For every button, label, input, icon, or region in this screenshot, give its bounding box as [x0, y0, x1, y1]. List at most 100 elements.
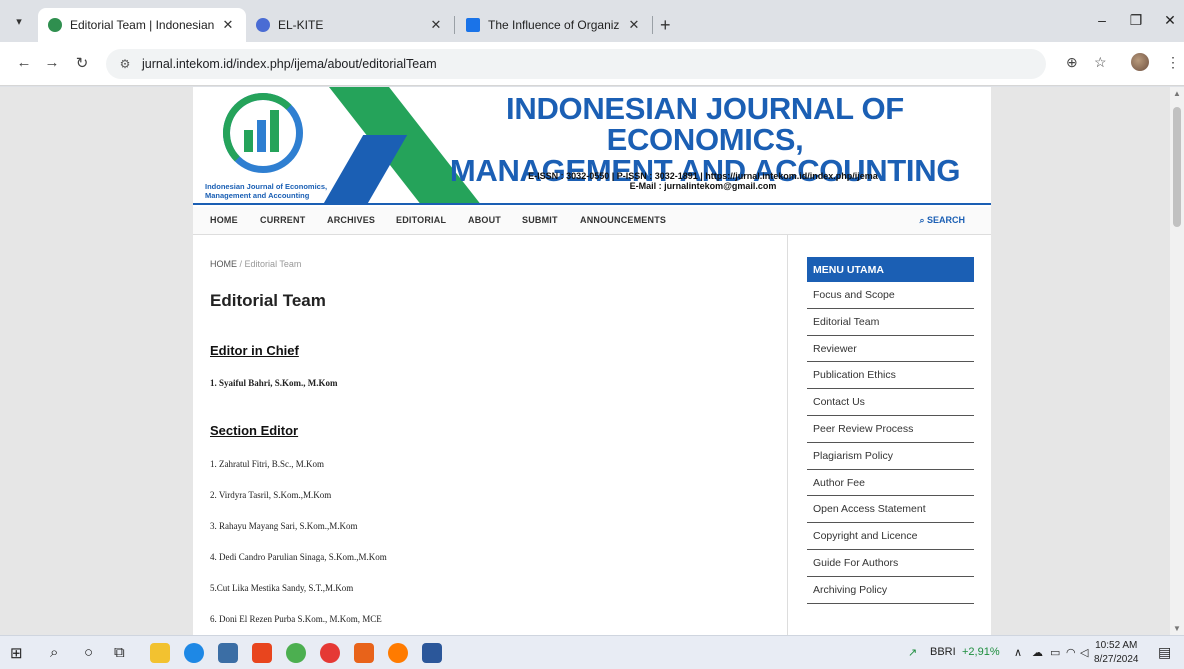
breadcrumb-home[interactable]: HOME — [210, 259, 237, 269]
back-icon[interactable]: ← — [14, 54, 34, 71]
stock-symbol[interactable]: BBRI — [930, 646, 956, 658]
address-bar[interactable]: ⚙ jurnal.intekom.id/index.php/ijema/abou… — [106, 49, 1046, 79]
edge-icon[interactable] — [184, 643, 204, 663]
volume-icon[interactable]: ◁ — [1080, 646, 1088, 659]
scrollbar-thumb[interactable] — [1173, 107, 1181, 227]
editor-in-chief-heading: Editor in Chief — [210, 343, 299, 358]
sidebar-item-editorial-team[interactable]: Editorial Team — [807, 309, 974, 336]
cortana-icon[interactable]: ○ — [84, 644, 93, 661]
sidebar-item-contact-us[interactable]: Contact Us — [807, 389, 974, 416]
chrome-icon[interactable] — [286, 643, 306, 663]
close-tab-icon[interactable]: ✕ — [626, 17, 642, 33]
nav-submit[interactable]: SUBMIT — [522, 215, 558, 225]
nav-about[interactable]: ABOUT — [468, 215, 501, 225]
search-icon[interactable]: ⌕ — [50, 644, 58, 661]
chevron-up-icon[interactable]: ∧ — [1014, 646, 1022, 659]
tab-influence-organizational[interactable]: The Influence of Organizational ✕ — [456, 8, 652, 42]
tab-title: EL-KITE — [278, 18, 324, 32]
section-editor-item: 4. Dedi Candro Parulian Sinaga, S.Kom.,M… — [210, 552, 387, 562]
close-tab-icon[interactable]: ✕ — [220, 17, 236, 33]
journal-header-banner: Indonesian Journal of Economics, Managem… — [193, 87, 991, 205]
tab-el-kite[interactable]: EL-KITE ✕ — [246, 8, 454, 42]
scroll-down-icon[interactable]: ▼ — [1173, 624, 1181, 633]
editor-in-chief-name: 1. Syaiful Bahri, S.Kom., M.Kom — [210, 378, 338, 388]
journal-logo-icon[interactable] — [223, 93, 303, 173]
primary-nav: HOME CURRENT ARCHIVES EDITORIAL ABOUT SU… — [193, 207, 991, 235]
nav-home[interactable]: HOME — [210, 215, 238, 225]
sidebar-item-peer-review[interactable]: Peer Review Process — [807, 416, 974, 443]
reload-icon[interactable]: ↻ — [72, 54, 92, 72]
nav-editorial[interactable]: EDITORIAL — [396, 215, 446, 225]
sidebar-item-publication-ethics[interactable]: Publication Ethics — [807, 362, 974, 390]
nav-announcements[interactable]: ANNOUNCEMENTS — [580, 215, 666, 225]
banner-divider — [193, 203, 991, 205]
close-tab-icon[interactable]: ✕ — [428, 17, 444, 33]
tab-separator — [652, 16, 653, 34]
cloud-icon[interactable]: ☁ — [1032, 646, 1043, 659]
page-title: Editorial Team — [210, 291, 326, 310]
profile-avatar[interactable] — [1131, 53, 1149, 71]
tab-strip: ▾ Editorial Team | Indonesian Jour ✕ EL-… — [0, 0, 1184, 42]
sidebar-item-archiving-policy[interactable]: Archiving Policy — [807, 577, 974, 604]
browser-menu-icon[interactable]: ⋮ — [1166, 54, 1180, 71]
logo-caption: Indonesian Journal of Economics, Managem… — [205, 182, 328, 200]
file-explorer-icon[interactable] — [150, 643, 170, 663]
scroll-up-icon[interactable]: ▲ — [1173, 89, 1181, 98]
nav-current[interactable]: CURRENT — [260, 215, 305, 225]
sidebar-heading: MENU UTAMA — [807, 257, 974, 282]
tab-editorial-team[interactable]: Editorial Team | Indonesian Jour ✕ — [38, 8, 246, 42]
sidebar-item-author-fee[interactable]: Author Fee — [807, 470, 974, 497]
battery-icon[interactable]: ▭ — [1050, 646, 1060, 659]
journal-issn-info: E-ISSN : 3032-0550 | P-ISSN : 3032-1891 … — [528, 171, 878, 191]
sidebar-item-plagiarism-policy[interactable]: Plagiarism Policy — [807, 443, 974, 470]
wps-icon[interactable] — [320, 643, 340, 663]
site-info-icon[interactable]: ⚙ — [114, 57, 136, 71]
sidebar-item-guide-authors[interactable]: Guide For Authors — [807, 550, 974, 577]
tab-title: Editorial Team | Indonesian Jour — [70, 18, 214, 32]
camera-icon[interactable] — [218, 643, 238, 663]
new-tab-button[interactable]: + — [660, 15, 671, 36]
windows-start-icon[interactable]: ⊞ — [10, 644, 23, 662]
task-view-icon[interactable]: ⧉ — [114, 644, 125, 661]
pdf-app-icon[interactable] — [354, 643, 374, 663]
wifi-icon[interactable]: ◠ — [1066, 646, 1076, 659]
search-link[interactable]: ⌕ SEARCH — [919, 215, 965, 226]
url-text[interactable]: jurnal.intekom.id/index.php/ijema/about/… — [142, 57, 437, 71]
nav-archives[interactable]: ARCHIVES — [327, 215, 375, 225]
bookmark-star-icon[interactable]: ☆ — [1094, 54, 1107, 71]
sidebar-item-open-access[interactable]: Open Access Statement — [807, 496, 974, 524]
firefox-icon[interactable] — [388, 643, 408, 663]
breadcrumb: HOME / Editorial Team — [210, 259, 302, 269]
search-icon: ⌕ — [919, 215, 927, 225]
breadcrumb-current: Editorial Team — [244, 259, 302, 269]
stock-trend-icon: ↗ — [908, 647, 918, 659]
section-editor-heading: Section Editor — [210, 423, 299, 438]
site-favicon-icon — [256, 18, 270, 32]
sidebar-menu-utama: MENU UTAMA Focus and Scope Editorial Tea… — [807, 257, 974, 604]
section-editor-item: 6. Doni El Rezen Purba S.Kom., M.Kom, MC… — [210, 614, 382, 624]
zoom-icon[interactable]: ⊕ — [1066, 54, 1078, 71]
notification-icon[interactable]: ▤ — [1158, 644, 1171, 661]
stock-change[interactable]: +2,91% — [962, 646, 1000, 658]
page-scrollbar[interactable]: ▲ ▼ — [1170, 87, 1184, 635]
section-editor-item: 2. Virdyra Tasril, S.Kom.,M.Kom — [210, 490, 332, 500]
restore-icon[interactable]: ❐ — [1126, 12, 1146, 29]
close-window-icon[interactable]: ✕ — [1160, 12, 1180, 29]
system-clock[interactable]: 10:52 AM 8/27/2024 — [1094, 639, 1139, 667]
sidebar-item-reviewer[interactable]: Reviewer — [807, 336, 974, 363]
journal-site: Indonesian Journal of Economics, Managem… — [193, 87, 991, 635]
word-icon[interactable] — [422, 643, 442, 663]
content-sidebar-divider — [787, 235, 788, 635]
tab-search-button[interactable]: ▾ — [8, 10, 30, 32]
section-editor-item: 3. Rahayu Mayang Sari, S.Kom.,M.Kom — [210, 521, 358, 531]
page-viewport: Indonesian Journal of Economics, Managem… — [0, 87, 1184, 635]
document-icon — [466, 18, 480, 32]
office-icon[interactable] — [252, 643, 272, 663]
minimize-icon[interactable]: – — [1092, 12, 1112, 28]
site-favicon-icon — [48, 18, 62, 32]
sidebar-item-copyright[interactable]: Copyright and Licence — [807, 523, 974, 550]
forward-icon[interactable]: → — [42, 54, 62, 71]
section-editor-item: 5.Cut Lika Mestika Sandy, S.T.,M.Kom — [210, 583, 354, 593]
sidebar-item-focus-and-scope[interactable]: Focus and Scope — [807, 282, 974, 309]
browser-toolbar: ← → ↻ ⚙ jurnal.intekom.id/index.php/ijem… — [0, 42, 1184, 86]
